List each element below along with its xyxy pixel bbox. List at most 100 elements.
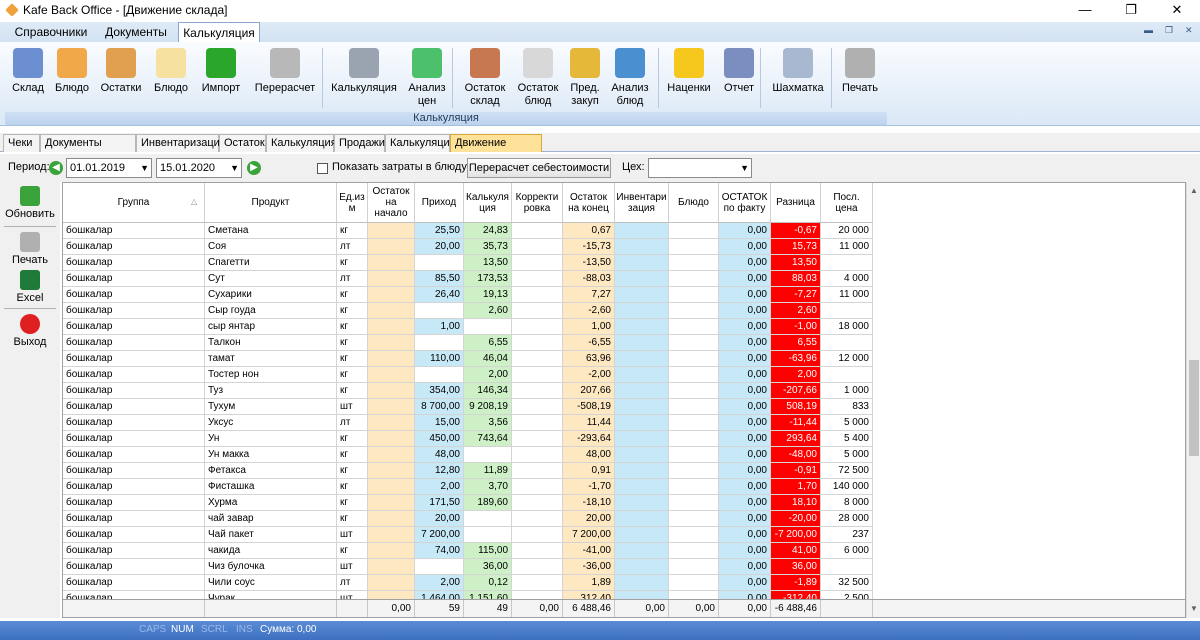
show-costs-checkbox[interactable] [317, 163, 328, 174]
doc-tab-2[interactable]: Документы склада [40, 134, 136, 166]
table-row[interactable]: бошкалар Соя лт 20,00 35,73 -15,73 0,00 15,73 11… [63, 239, 873, 255]
doc-tab-7[interactable]: Калькуляция [385, 134, 456, 152]
table-cell: кг [337, 463, 368, 479]
table-cell: 48,00 [415, 447, 464, 463]
doc-tab-8[interactable]: Движение склада [450, 134, 542, 166]
table-row[interactable]: бошкалар Фисташка кг 2,00 3,70 -1,70 0,00 1,70 1… [63, 479, 873, 495]
close-icon[interactable]: ✕ [1154, 0, 1200, 20]
table-row[interactable]: бошкалар Талкон кг 6,55 -6,55 0,00 6,55 [63, 335, 873, 351]
table-row[interactable]: бошкалар сыр янтар кг 1,00 1,00 0,00 -1,00 18 0… [63, 319, 873, 335]
scroll-down-icon[interactable]: ▼ [1187, 602, 1200, 616]
column-header[interactable]: Посл. цена [821, 183, 873, 223]
scroll-thumb[interactable] [1189, 360, 1199, 456]
mdi-minimize-icon[interactable]: ▬ [1144, 25, 1153, 35]
table-cell [368, 479, 415, 495]
maximize-icon[interactable]: ❐ [1108, 0, 1154, 20]
printer-icon [20, 232, 40, 252]
column-header[interactable]: Продукт [205, 183, 337, 223]
chevron-down-icon: ▼ [140, 163, 149, 173]
doc-tab-4[interactable]: Остаток [219, 134, 266, 152]
ribbon-button-15[interactable]: Шахматка [764, 48, 832, 95]
column-header[interactable]: Разница [771, 183, 821, 223]
doc-tab-1[interactable]: Чеки [3, 134, 40, 152]
doc-tab-5[interactable]: Калькуляция [266, 134, 337, 152]
column-header[interactable]: ОСТАТОК по факту [719, 183, 771, 223]
table-row[interactable]: бошкалар чай завар кг 20,00 20,00 0,00 -20,00 2… [63, 511, 873, 527]
table-cell: тамат [205, 351, 337, 367]
workshop-select[interactable]: ▼ [648, 158, 752, 178]
table-cell [415, 303, 464, 319]
stock-movement-grid[interactable]: Группа Продукт Ед.из м Остаток на начало При… [62, 182, 1186, 618]
table-row[interactable]: бошкалар Тухум шт 8 700,00 9 208,19 -508,19 0,… [63, 399, 873, 415]
date-to-input[interactable]: 15.01.2020 ▼ [156, 158, 242, 178]
table-row[interactable]: бошкалар Ун макка кг 48,00 48,00 0,00 -48,00 5 … [63, 447, 873, 463]
menu-tab-1[interactable]: Справочники [8, 22, 94, 42]
prev-period-icon[interactable]: ◀ [49, 161, 63, 175]
table-row[interactable]: бошкалар Хурма кг 171,50 189,60 -18,10 0,00 18,… [63, 495, 873, 511]
table-cell [512, 463, 563, 479]
side-button-3[interactable]: Excel [0, 270, 60, 304]
mdi-close-icon[interactable]: ✕ [1185, 25, 1193, 36]
table-row[interactable]: бошкалар Ун кг 450,00 743,64 -293,64 0,00 293,6… [63, 431, 873, 447]
doc-tab-3[interactable]: Инвентаризация [136, 134, 226, 152]
ribbon-button-7[interactable]: Калькуляция [330, 48, 398, 95]
table-cell: 85,50 [415, 271, 464, 287]
scroll-up-icon[interactable]: ▲ [1187, 184, 1200, 198]
column-header[interactable]: Приход [415, 183, 464, 223]
excel-icon [20, 270, 40, 290]
vertical-scrollbar[interactable]: ▲ ▼ [1186, 182, 1200, 618]
side-button-1[interactable]: Обновить [0, 186, 60, 220]
table-row[interactable]: бошкалар Тостер нон кг 2,00 -2,00 0,00 2,00 [63, 367, 873, 383]
table-cell: 0,00 [719, 527, 771, 543]
column-header[interactable]: Группа [63, 183, 205, 223]
ribbon-button-5[interactable]: Импорт [187, 48, 255, 95]
table-row[interactable]: бошкалар Сметана кг 25,50 24,83 0,67 0,00 -0,67… [63, 223, 873, 239]
next-period-icon[interactable]: ▶ [247, 161, 261, 175]
table-row[interactable]: бошкалар Чиз булочка шт 36,00 -36,00 0,00 36,0… [63, 559, 873, 575]
mdi-restore-icon[interactable]: ❐ [1165, 25, 1173, 36]
table-row[interactable]: бошкалар Фетакса кг 12,80 11,89 0,91 0,00 -0,91… [63, 463, 873, 479]
ribbon-button-14[interactable]: Отчет [705, 48, 773, 95]
table-cell: 74,00 [415, 543, 464, 559]
table-row[interactable]: бошкалар Туз кг 354,00 146,34 207,66 0,00 -207,… [63, 383, 873, 399]
ribbon-button-6[interactable]: Перерасчет [251, 48, 319, 95]
column-header[interactable]: Инвентари зация [615, 183, 669, 223]
table-cell [669, 415, 719, 431]
total-cell: 0,00 [669, 600, 719, 617]
side-button-4[interactable]: Выход [0, 314, 60, 348]
column-header[interactable]: Калькуля ция [464, 183, 512, 223]
table-row[interactable]: бошкалар чакида кг 74,00 115,00 -41,00 0,00 41,… [63, 543, 873, 559]
ribbon-button-16[interactable]: Печать [826, 48, 894, 95]
table-cell: 450,00 [415, 431, 464, 447]
table-cell [669, 543, 719, 559]
table-row[interactable]: бошкалар Спагетти кг 13,50 -13,50 0,00 13,50 [63, 255, 873, 271]
column-header[interactable]: Остаток на конец [563, 183, 615, 223]
date-from-input[interactable]: 01.01.2019 ▼ [66, 158, 152, 178]
doc-tab-6[interactable]: Продажи [334, 134, 385, 152]
menu-tab-2[interactable]: Документы [96, 22, 176, 42]
calculator-icon [349, 48, 379, 78]
dish-box-icon [57, 48, 87, 78]
table-row[interactable]: бошкалар Чили соус лт 2,00 0,12 1,89 0,00 -1,89… [63, 575, 873, 591]
table-cell [512, 223, 563, 239]
table-row[interactable]: бошкалар Уксус лт 15,00 3,56 11,44 0,00 -11,44 5… [63, 415, 873, 431]
column-header[interactable]: Ед.из м [337, 183, 368, 223]
table-cell [669, 271, 719, 287]
table-row[interactable]: бошкалар Чай пакет шт 7 200,00 7 200,00 0,00-… [63, 527, 873, 543]
menu-tab-3[interactable]: Калькуляция [178, 22, 260, 43]
recalc-cost-button[interactable]: Перерасчет себестоимости [467, 158, 611, 178]
table-cell [669, 287, 719, 303]
column-header[interactable]: Остаток на начало [368, 183, 415, 223]
ribbon-button-label: Импорт [201, 82, 241, 94]
table-row[interactable]: бошкалар тамат кг 110,00 46,04 63,96 0,00 -63,9… [63, 351, 873, 367]
table-cell [368, 463, 415, 479]
table-cell: -1,89 [771, 575, 821, 591]
table-row[interactable]: бошкалар Сут лт 85,50 173,53 -88,03 0,00 88,03 4… [63, 271, 873, 287]
column-header[interactable]: Корректи ровка [512, 183, 563, 223]
ribbon-button-12[interactable]: Анализ блюд [596, 48, 664, 108]
table-row[interactable]: бошкалар Сыр гоуда кг 2,60 -2,60 0,00 2,60 [63, 303, 873, 319]
column-header[interactable]: Блюдо [669, 183, 719, 223]
side-button-2[interactable]: Печать [0, 232, 60, 266]
table-row[interactable]: бошкалар Сухарики кг 26,40 19,13 7,27 0,00 -7,2… [63, 287, 873, 303]
minimize-icon[interactable]: — [1062, 0, 1108, 20]
